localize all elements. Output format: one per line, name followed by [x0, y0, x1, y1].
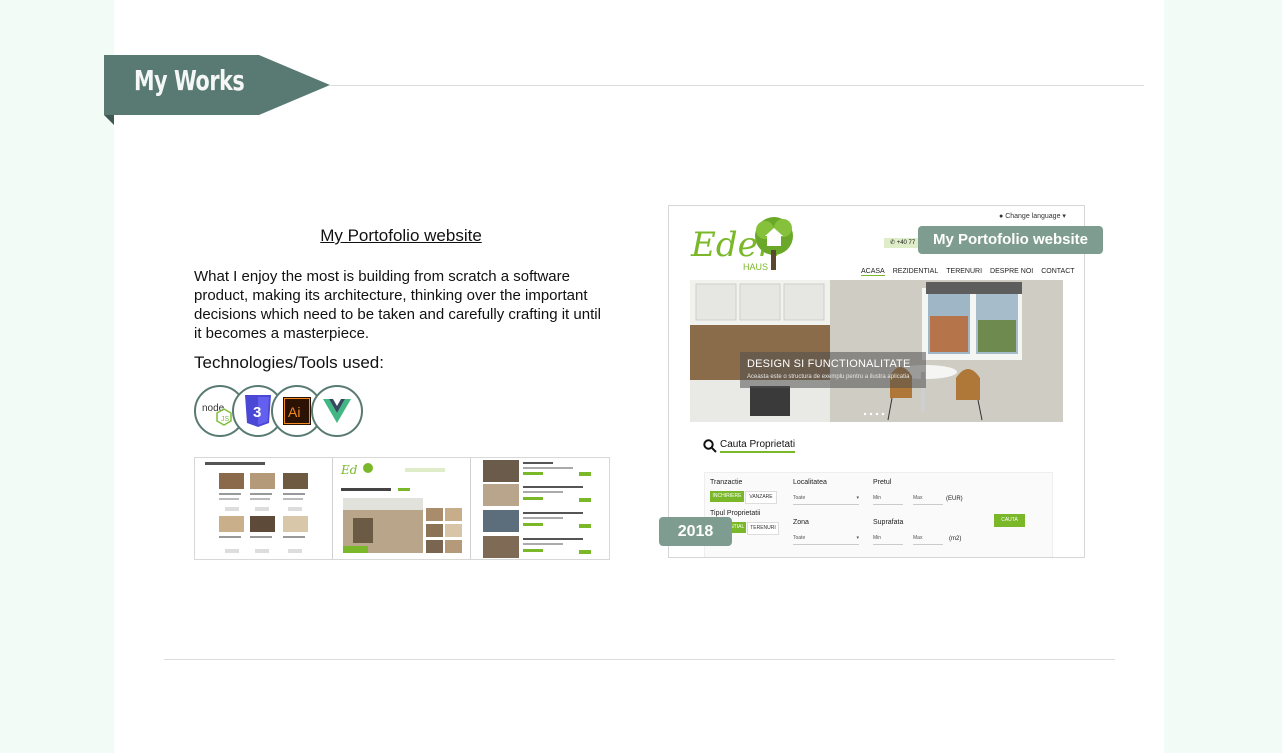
select-zona[interactable]: Toate ▾ [793, 535, 859, 545]
eden-haus-logo-icon: Eden HAUS [690, 217, 793, 272]
select-localitatea[interactable]: Toate ▾ [793, 495, 859, 505]
svg-text:JS: JS [221, 416, 230, 423]
input-pret-min[interactable]: Min [873, 495, 903, 505]
input-pret-max[interactable]: Max [913, 495, 943, 505]
project-description: What I enjoy the most is building from s… [194, 268, 601, 342]
thumbnail-detail-page[interactable]: Ed [333, 458, 471, 559]
chevron-down-icon: ▾ [856, 535, 859, 541]
label-eur: (EUR) [946, 496, 963, 502]
button-inchiriere[interactable]: INCHIRIERE [710, 491, 744, 502]
button-terenuri[interactable]: TERENURI [747, 522, 779, 535]
thumbnail-listing[interactable] [195, 458, 333, 559]
svg-text:3: 3 [253, 404, 261, 421]
label-tipul-proprietatii: Tipul Proprietatii [710, 510, 761, 517]
project-thumbnails[interactable]: Ed [194, 457, 610, 560]
change-language-label: Change language [1005, 213, 1061, 220]
project-title-link[interactable]: My Portofolio website [194, 226, 608, 246]
section-banner: My Works [104, 55, 330, 125]
hero-title: DESIGN SI FUNCTIONALITATE [747, 358, 911, 370]
svg-text:HAUS: HAUS [743, 262, 768, 272]
nav-contact[interactable]: CONTACT [1041, 268, 1074, 276]
label-tranzactie: Tranzactie [710, 479, 743, 486]
nav-acasa[interactable]: ACASA [861, 268, 885, 276]
thumbnail-results-list[interactable] [471, 458, 609, 559]
input-suprafata-max[interactable]: Max [913, 535, 943, 545]
label-zona: Zona [793, 519, 809, 526]
input-suprafata-min[interactable]: Min [873, 535, 903, 545]
bottom-divider [164, 659, 1115, 660]
svg-text:Ed: Ed [340, 463, 358, 477]
hero-caption: DESIGN SI FUNCTIONALITATE Aceasta este o… [740, 352, 926, 388]
phone-number: +40 77 [896, 240, 916, 246]
label-pretul: Pretul [873, 479, 892, 486]
chevron-down-icon: ▾ [856, 495, 859, 501]
nav-despre-noi[interactable]: DESPRE NOI [990, 268, 1033, 276]
hero-subtitle: Aceasta este o structura de exemplu pent… [747, 374, 910, 380]
technologies-heading: Technologies/Tools used: [194, 353, 384, 372]
hero-image: DESIGN SI FUNCTIONALITATE Aceasta este o… [690, 280, 1063, 422]
button-vanzare[interactable]: VANZARE [745, 491, 777, 504]
nav-terenuri[interactable]: TERENURI [946, 268, 982, 276]
select-localitatea-value: Toate [793, 495, 806, 501]
section-title: My Works [134, 64, 245, 97]
nav-rezidential[interactable]: REZIDENTIAL [893, 268, 939, 276]
vue-icon [311, 385, 363, 437]
select-zona-value: Toate [793, 535, 806, 541]
project-overlay-title: My Portofolio website [918, 226, 1103, 254]
search-properties-title: Cauta Proprietati [720, 439, 796, 453]
search-form: Tranzactie INCHIRIERE VANZARE Localitate… [704, 472, 1053, 557]
label-localitatea: Localitatea [793, 479, 827, 486]
label-suprafata: Suprafata [873, 519, 904, 526]
svg-text:Ai: Ai [288, 404, 300, 420]
banner-fold [104, 115, 114, 125]
section-divider [330, 85, 1144, 86]
search-icon [703, 439, 717, 453]
project-screenshot[interactable]: ● Change language ▾ Eden HAUS ✆ +40 77 A… [668, 205, 1085, 558]
label-m2: (m2) [949, 536, 962, 542]
technology-icons: node JS 3 Ai [194, 385, 374, 437]
search-button[interactable]: CAUTA [994, 514, 1025, 527]
project-year-badge: 2018 [659, 517, 732, 546]
site-navigation: ACASA REZIDENTIAL TERENURI DESPRE NOI CO… [861, 268, 1075, 276]
change-language: ● Change language ▾ [999, 213, 1066, 220]
svg-text:node: node [202, 403, 225, 414]
